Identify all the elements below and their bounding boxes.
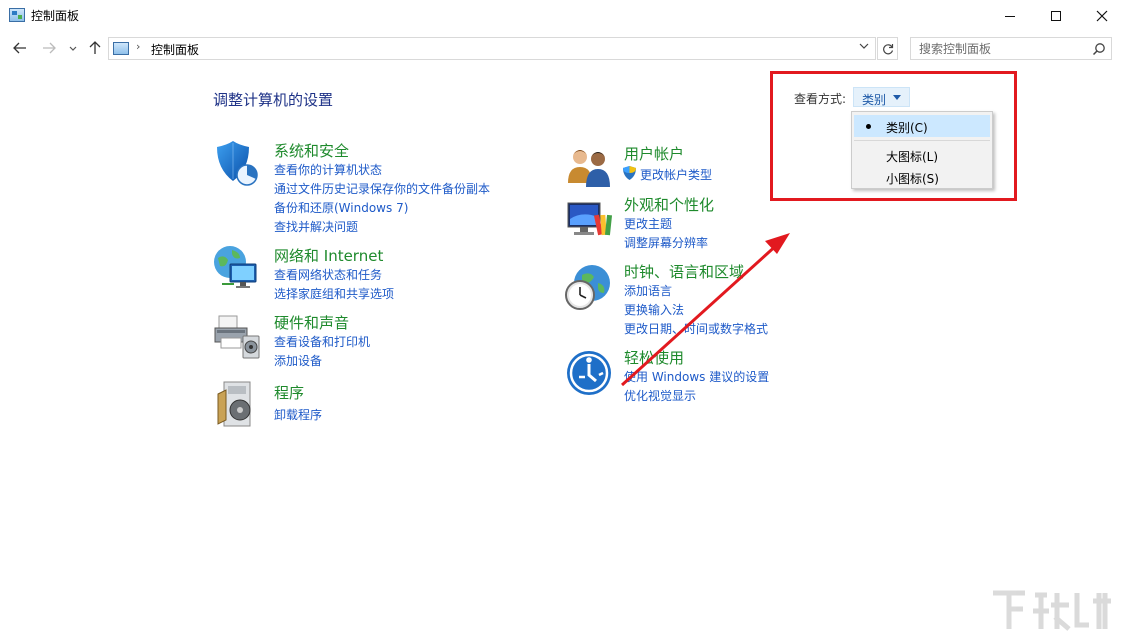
- category-title-ease[interactable]: 轻松使用: [624, 347, 684, 368]
- link-add-language[interactable]: 添加语言: [624, 282, 672, 299]
- uac-shield-icon: [623, 166, 636, 180]
- shield-icon[interactable]: [213, 141, 261, 189]
- page-heading: 调整计算机的设置: [213, 91, 334, 109]
- address-bar[interactable]: › 控制面板: [108, 37, 876, 60]
- category-title-accounts[interactable]: 用户帐户: [624, 143, 684, 164]
- link-change-account-type[interactable]: 更改帐户类型: [640, 166, 712, 183]
- back-button[interactable]: [11, 38, 29, 58]
- search-icon[interactable]: [1092, 42, 1106, 56]
- up-button[interactable]: [86, 38, 104, 58]
- link-recommended-settings[interactable]: 使用 Windows 建议的设置: [624, 368, 769, 385]
- network-globe-icon[interactable]: [212, 244, 260, 292]
- link-devices-printers[interactable]: 查看设备和打印机: [274, 333, 370, 350]
- category-title-network[interactable]: 网络和 Internet: [274, 245, 383, 266]
- monitor-palette-icon[interactable]: [566, 197, 614, 245]
- back-arrow-icon: [13, 42, 26, 54]
- link-view-computer-status[interactable]: 查看你的计算机状态: [274, 161, 382, 178]
- users-icon[interactable]: [566, 143, 614, 191]
- maximize-icon: [1051, 11, 1061, 21]
- recent-locations-button[interactable]: [64, 38, 82, 58]
- title-bar: 控制面板: [0, 0, 1125, 32]
- category-title-appearance[interactable]: 外观和个性化: [624, 194, 714, 215]
- minimize-icon: [1005, 15, 1015, 17]
- clock-globe-icon[interactable]: [564, 263, 612, 311]
- breadcrumb-separator: ›: [136, 40, 141, 53]
- up-arrow-icon: [89, 41, 101, 54]
- link-change-input-method[interactable]: 更换输入法: [624, 301, 684, 318]
- minimize-button[interactable]: [987, 0, 1033, 32]
- window-title: 控制面板: [31, 9, 80, 23]
- search-box[interactable]: [910, 37, 1112, 60]
- category-title-security[interactable]: 系统和安全: [274, 140, 349, 161]
- programs-icon[interactable]: [216, 380, 264, 428]
- search-input[interactable]: [919, 41, 1089, 57]
- link-add-device[interactable]: 添加设备: [274, 352, 322, 369]
- link-change-theme[interactable]: 更改主题: [624, 215, 672, 232]
- category-title-hardware[interactable]: 硬件和声音: [274, 312, 349, 333]
- link-network-status[interactable]: 查看网络状态和任务: [274, 266, 382, 283]
- category-title-programs[interactable]: 程序: [274, 382, 304, 403]
- link-optimize-visual[interactable]: 优化视觉显示: [624, 387, 696, 404]
- control-panel-icon: [9, 8, 25, 22]
- forward-arrow-icon: [43, 42, 56, 54]
- maximize-button[interactable]: [1033, 0, 1079, 32]
- navigation-bar: › 控制面板: [0, 32, 1125, 64]
- link-homegroup[interactable]: 选择家庭组和共享选项: [274, 285, 394, 302]
- control-panel-icon: [113, 42, 129, 55]
- close-icon: [1096, 10, 1108, 22]
- link-change-date-format[interactable]: 更改日期、时间或数字格式: [624, 320, 768, 337]
- chevron-down-icon: [859, 43, 869, 49]
- refresh-icon: [882, 43, 893, 54]
- link-troubleshoot[interactable]: 查找并解决问题: [274, 218, 358, 235]
- annotation-highlight-box: [770, 71, 1017, 201]
- link-uninstall-program[interactable]: 卸载程序: [274, 406, 322, 423]
- chevron-down-icon: [69, 46, 77, 51]
- printer-icon[interactable]: [213, 312, 261, 360]
- close-button[interactable]: [1079, 0, 1125, 32]
- watermark-logo: [993, 590, 1111, 631]
- breadcrumb[interactable]: 控制面板: [151, 41, 199, 58]
- link-screen-resolution[interactable]: 调整屏幕分辨率: [624, 234, 708, 251]
- ease-of-access-icon[interactable]: [565, 349, 613, 397]
- refresh-button[interactable]: [877, 37, 898, 60]
- link-backup-restore[interactable]: 备份和还原(Windows 7): [274, 199, 408, 216]
- category-title-clock[interactable]: 时钟、语言和区域: [624, 261, 744, 282]
- link-file-history[interactable]: 通过文件历史记录保存你的文件备份副本: [274, 180, 490, 197]
- forward-button[interactable]: [40, 38, 58, 58]
- address-dropdown-button[interactable]: [859, 41, 869, 52]
